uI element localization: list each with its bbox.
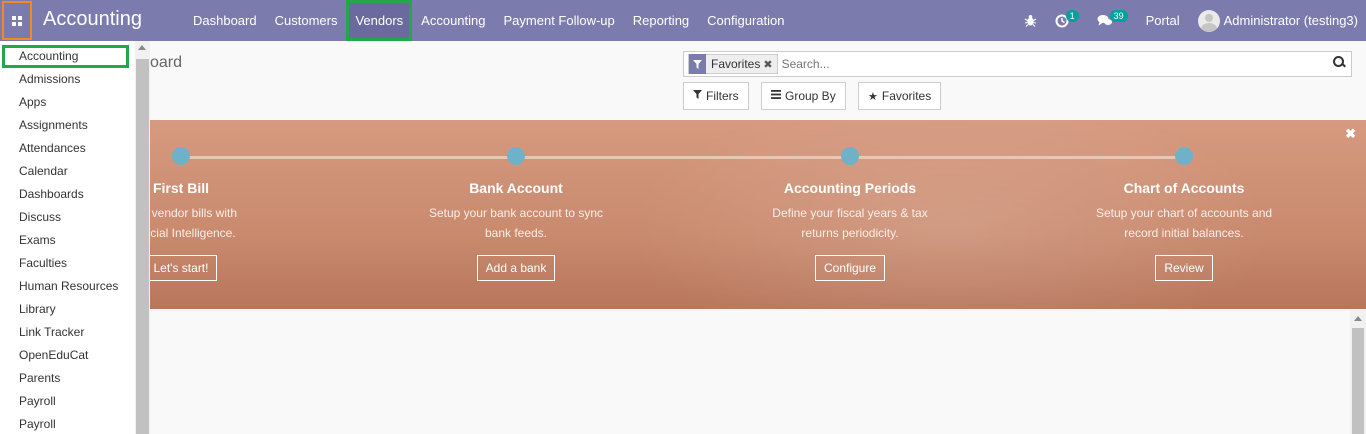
step-desc-line: your vendor bills with bbox=[150, 206, 238, 220]
main-menu: Dashboard Customers Vendors Accounting P… bbox=[184, 0, 793, 41]
avatar bbox=[1197, 9, 1220, 32]
scroll-thumb[interactable] bbox=[136, 59, 149, 434]
menu-customers[interactable]: Customers bbox=[266, 0, 347, 41]
search-bar[interactable]: Favorites ✖ bbox=[683, 51, 1352, 77]
app-item-link-tracker[interactable]: Link Tracker bbox=[0, 321, 149, 344]
menu-configuration[interactable]: Configuration bbox=[698, 0, 793, 41]
top-navbar: Accounting Dashboard Customers Vendors A… bbox=[0, 0, 1366, 41]
scroll-up-icon[interactable] bbox=[138, 45, 146, 50]
search-icon[interactable] bbox=[1333, 56, 1345, 68]
apps-dropdown: Accounting Admissions Apps Assignments A… bbox=[0, 41, 150, 434]
app-brand[interactable]: Accounting bbox=[43, 8, 142, 31]
favorites-button[interactable]: ★ Favorites bbox=[858, 82, 942, 110]
step-chart-of-accounts: Chart of Accounts Setup your chart of ac… bbox=[1064, 180, 1304, 281]
breadcrumb: oard bbox=[150, 54, 190, 72]
onboarding-timeline bbox=[181, 156, 1184, 159]
step-first-bill: First Bill your vendor bills with Artifi… bbox=[150, 180, 301, 281]
app-item-dashboards[interactable]: Dashboards bbox=[0, 183, 149, 206]
grid-icon bbox=[12, 15, 22, 26]
user-menu[interactable]: Administrator (testing3) bbox=[1189, 0, 1366, 41]
close-icon[interactable]: ✖ bbox=[1345, 126, 1356, 142]
filters-label: Filters bbox=[706, 89, 739, 103]
filters-button[interactable]: Filters bbox=[683, 82, 749, 110]
app-item-discuss[interactable]: Discuss bbox=[0, 206, 149, 229]
menu-reporting[interactable]: Reporting bbox=[624, 0, 698, 41]
step-dot bbox=[1175, 147, 1193, 165]
filter-icon bbox=[689, 54, 706, 74]
app-item-openeducat[interactable]: OpenEduCat bbox=[0, 344, 149, 367]
groupby-label: Group By bbox=[785, 89, 836, 103]
step-title: Chart of Accounts bbox=[1123, 180, 1245, 196]
app-item-human-resources[interactable]: Human Resources bbox=[0, 275, 149, 298]
app-item-assignments[interactable]: Assignments bbox=[0, 114, 149, 137]
menu-payment-follow-up[interactable]: Payment Follow-up bbox=[495, 0, 624, 41]
step-title: Bank Account bbox=[469, 180, 563, 196]
step-desc-line: Setup your bank account to sync bbox=[428, 206, 604, 220]
bug-icon bbox=[1024, 15, 1036, 27]
review-button[interactable]: Review bbox=[1155, 255, 1213, 281]
step-desc-line: record initial balances. bbox=[1124, 226, 1244, 240]
step-dot bbox=[172, 147, 190, 165]
apps-scrollbar[interactable] bbox=[135, 41, 150, 434]
step-desc-line: Setup your chart of accounts and bbox=[1095, 206, 1273, 220]
app-item-exams[interactable]: Exams bbox=[0, 229, 149, 252]
messages-button[interactable]: 39 bbox=[1088, 0, 1137, 41]
scroll-thumb[interactable] bbox=[1352, 328, 1364, 434]
app-item-library[interactable]: Library bbox=[0, 298, 149, 321]
bars-icon bbox=[771, 90, 781, 102]
app-item-parents[interactable]: Parents bbox=[0, 367, 149, 390]
breadcrumb-label: oard bbox=[150, 54, 183, 71]
main-scrollbar[interactable] bbox=[1350, 310, 1366, 434]
star-icon: ★ bbox=[868, 90, 878, 103]
menu-vendors[interactable]: Vendors bbox=[346, 0, 413, 41]
debug-button[interactable] bbox=[1015, 0, 1046, 41]
step-desc-line: Artificial Intelligence. bbox=[150, 226, 236, 240]
app-item-payroll[interactable]: Payroll bbox=[0, 390, 149, 413]
facet-label: Favorites bbox=[711, 57, 761, 71]
step-dot bbox=[507, 147, 525, 165]
apps-menu-button[interactable] bbox=[2, 1, 32, 40]
groupby-button[interactable]: Group By bbox=[761, 82, 846, 110]
dashboard-content bbox=[150, 309, 1366, 434]
step-dot bbox=[841, 147, 859, 165]
configure-button[interactable]: Configure bbox=[814, 255, 886, 281]
step-accounting-periods: Accounting Periods Define your fiscal ye… bbox=[730, 180, 970, 281]
onboarding-banner: First Bill your vendor bills with Artifi… bbox=[150, 120, 1366, 309]
menu-accounting[interactable]: Accounting bbox=[412, 0, 494, 41]
lets-start-button[interactable]: Let's start! bbox=[150, 255, 218, 281]
menu-dashboard[interactable]: Dashboard bbox=[184, 0, 266, 41]
scroll-up-icon[interactable] bbox=[1354, 316, 1362, 321]
apps-list: Accounting Admissions Apps Assignments A… bbox=[0, 41, 149, 434]
filter-icon bbox=[693, 90, 702, 102]
facet-remove-icon[interactable]: ✖ bbox=[763, 58, 776, 71]
step-title: Accounting Periods bbox=[783, 180, 917, 196]
step-desc-line: bank feeds. bbox=[484, 226, 548, 240]
step-bank-account: Bank Account Setup your bank account to … bbox=[396, 180, 636, 281]
app-item-faculties[interactable]: Faculties bbox=[0, 252, 149, 275]
step-desc-line: returns periodicity. bbox=[801, 226, 899, 240]
step-desc-line: Define your fiscal years & tax bbox=[772, 206, 928, 220]
app-item-attendances[interactable]: Attendances bbox=[0, 137, 149, 160]
activity-badge: 1 bbox=[1065, 9, 1079, 22]
app-item-accounting[interactable]: Accounting bbox=[2, 45, 129, 68]
systray: 1 39 Portal Administrator (testing3) bbox=[1015, 0, 1366, 41]
step-title: First Bill bbox=[152, 180, 209, 196]
app-item-payroll-2[interactable]: Payroll bbox=[0, 413, 149, 434]
favorites-label: Favorites bbox=[881, 89, 932, 103]
add-bank-button[interactable]: Add a bank bbox=[476, 255, 556, 281]
app-item-calendar[interactable]: Calendar bbox=[0, 160, 149, 183]
search-facet: Favorites ✖ bbox=[688, 54, 778, 74]
app-item-apps[interactable]: Apps bbox=[0, 91, 149, 114]
app-item-admissions[interactable]: Admissions bbox=[0, 68, 149, 91]
user-name: Administrator (testing3) bbox=[1223, 13, 1358, 28]
portal-link[interactable]: Portal bbox=[1137, 0, 1189, 41]
search-input[interactable] bbox=[781, 57, 1322, 71]
activity-button[interactable]: 1 bbox=[1046, 0, 1088, 41]
messages-badge: 39 bbox=[1109, 9, 1128, 22]
